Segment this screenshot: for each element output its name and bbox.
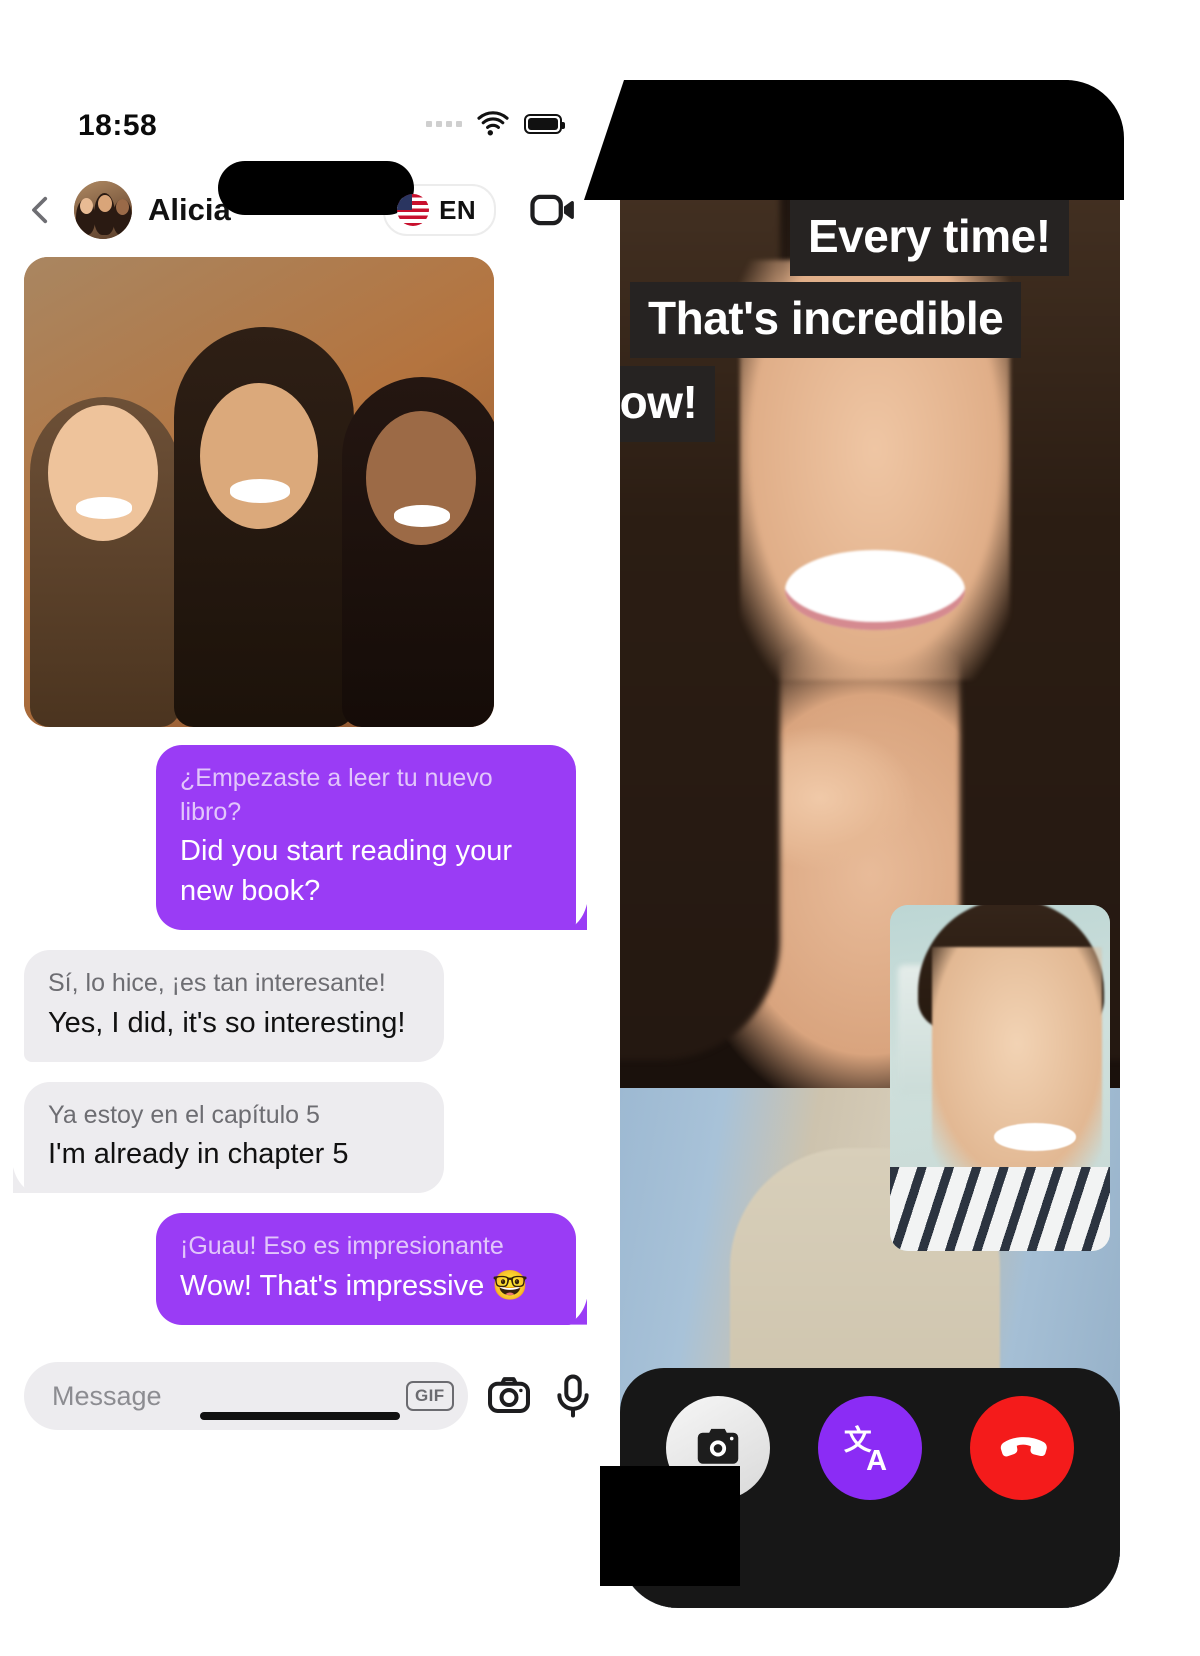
hangup-button[interactable] <box>970 1396 1074 1500</box>
message-bubble-incoming[interactable]: Ya estoy en el capítulo 5 I'm already in… <box>24 1081 444 1194</box>
live-captions: Every time! That's incredible how! <box>620 200 1120 443</box>
message-translation: Wow! That's impressive 🤓 <box>180 1269 529 1302</box>
message-original: ¿Empezaste a leer tu nuevo libro? <box>180 764 493 826</box>
message-bubble-incoming[interactable]: Sí, lo hice, ¡es tan interesante! Yes, I… <box>24 950 444 1062</box>
svg-text:A: A <box>866 1445 887 1477</box>
frame-corner-bottom <box>600 1466 740 1586</box>
self-view-pip[interactable] <box>890 905 1110 1251</box>
message-translation: I'm already in chapter 5 <box>48 1138 349 1171</box>
camera-icon[interactable] <box>486 1373 532 1419</box>
dynamic-island <box>218 161 414 215</box>
message-input[interactable] <box>52 1380 406 1412</box>
wifi-icon <box>477 111 509 136</box>
us-flag-icon <box>397 194 430 226</box>
home-indicator <box>200 1412 400 1420</box>
message-original: Sí, lo hice, ¡es tan interesante! <box>48 969 386 998</box>
caption-line-3: how! <box>620 366 716 443</box>
message-translation: Did you start reading your new book? <box>180 835 513 908</box>
caption-row-3: how! <box>620 366 1120 443</box>
message-original: ¡Guau! Eso es impresionante <box>180 1232 504 1261</box>
photo-message[interactable] <box>24 257 494 727</box>
status-icons <box>426 111 565 137</box>
microphone-icon[interactable] <box>550 1373 596 1419</box>
caption-line-2: That's incredible <box>630 282 1022 359</box>
message-original: Ya estoy en el capítulo 5 <box>48 1100 320 1129</box>
language-code: EN <box>439 194 476 225</box>
remote-smile <box>785 550 965 630</box>
caption-row-1: Every time! <box>620 200 1120 277</box>
message-bubble-outgoing[interactable]: ¡Guau! Eso es impresionante Wow! That's … <box>156 1213 576 1325</box>
video-call-phone: Every time! That's incredible how! <box>620 80 1120 1608</box>
phone-hangup-icon <box>1000 1437 1047 1457</box>
back-chevron-icon[interactable] <box>24 193 58 227</box>
caption-row-2: That's incredible <box>620 282 1120 359</box>
screenshot-root: Every time! That's incredible how! <box>0 0 1200 1656</box>
video-camera-icon[interactable] <box>530 187 576 233</box>
message-composer: GIF <box>0 1342 600 1440</box>
signal-dots-icon <box>426 121 462 127</box>
message-translation: Yes, I did, it's so interesting! <box>48 1006 406 1039</box>
avatar[interactable] <box>74 181 132 239</box>
translate-button[interactable]: 文 A <box>818 1396 922 1500</box>
chat-phone: 18:58 Alicia EN ¿Empezaste a leer tu nue… <box>0 65 600 1440</box>
status-time: 18:58 <box>78 109 158 142</box>
battery-icon <box>524 114 565 134</box>
translate-icon: 文 A <box>844 1423 887 1477</box>
caption-line-1: Every time! <box>790 200 1069 277</box>
gif-button[interactable]: GIF <box>406 1381 454 1411</box>
status-bar: 18:58 <box>0 65 600 215</box>
message-bubble-outgoing[interactable]: ¿Empezaste a leer tu nuevo libro? Did yo… <box>156 745 576 931</box>
pip-striped-shirt <box>890 1167 1110 1251</box>
frame-corner-top-right <box>584 80 1124 200</box>
pip-smile <box>994 1123 1076 1151</box>
message-list: ¿Empezaste a leer tu nuevo libro? Did yo… <box>0 251 600 1325</box>
